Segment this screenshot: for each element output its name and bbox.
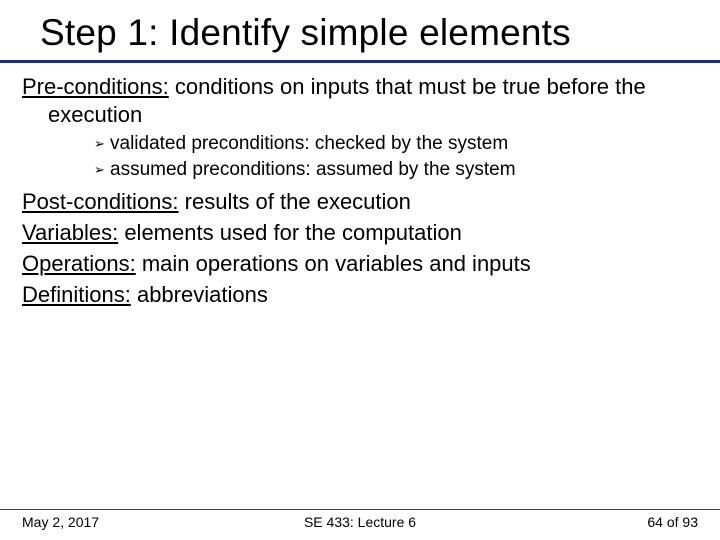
list-item: ➢validated preconditions: checked by the…: [94, 132, 698, 156]
footer-page: 64 of 93: [647, 514, 698, 530]
def-term: Operations:: [22, 251, 136, 276]
footer: May 2, 2017 SE 433: Lecture 6 64 of 93: [0, 514, 720, 534]
definitions-def: Definitions: abbreviations: [22, 281, 698, 309]
def-rest: results of the execution: [179, 189, 411, 214]
def-term: Post-conditions:: [22, 189, 179, 214]
list-item: ➢assumed preconditions: assumed by the s…: [94, 158, 698, 182]
footer-course: SE 433: Lecture 6: [304, 514, 416, 530]
postconditions-def: Post-conditions: results of the executio…: [22, 188, 698, 216]
variables-def: Variables: elements used for the computa…: [22, 219, 698, 247]
footer-rule: [0, 509, 720, 510]
subitem-text: assumed preconditions: assumed by the sy…: [110, 159, 516, 180]
def-term: Variables:: [22, 220, 118, 245]
preconditions-def: Pre-conditions: conditions on inputs tha…: [22, 73, 698, 129]
preconditions-term: Pre-conditions:: [22, 74, 169, 99]
def-term: Definitions:: [22, 282, 131, 307]
footer-date: May 2, 2017: [22, 514, 99, 530]
slide-body: Pre-conditions: conditions on inputs tha…: [0, 73, 720, 310]
preconditions-sublist: ➢validated preconditions: checked by the…: [22, 132, 698, 182]
def-rest: elements used for the computation: [118, 220, 462, 245]
title-rule: [0, 60, 720, 63]
chevron-icon: ➢: [94, 136, 110, 153]
subitem-text: validated preconditions: checked by the …: [110, 133, 508, 154]
chevron-icon: ➢: [94, 162, 110, 179]
def-rest: main operations on variables and inputs: [136, 251, 531, 276]
def-rest: abbreviations: [131, 282, 268, 307]
slide-title: Step 1: Identify simple elements: [0, 0, 720, 60]
operations-def: Operations: main operations on variables…: [22, 250, 698, 278]
